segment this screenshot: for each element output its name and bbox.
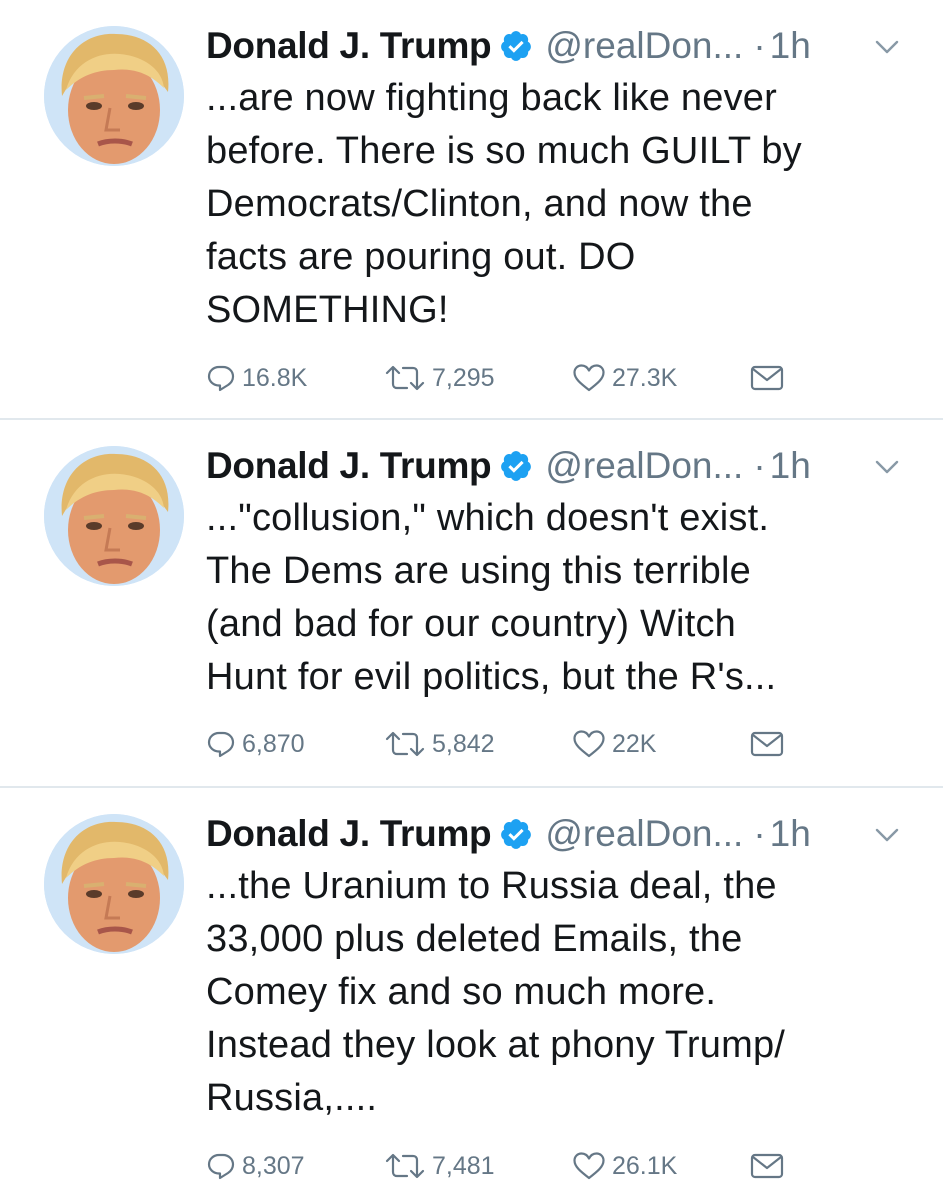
author-name[interactable]: Donald J. Trump (206, 813, 492, 855)
heart-icon (573, 730, 605, 758)
retweet-button[interactable]: 7,481 (384, 1146, 495, 1186)
avatar[interactable] (44, 814, 184, 954)
retweet-button[interactable]: 7,295 (384, 358, 495, 398)
reply-count: 16.8K (242, 363, 308, 392)
direct-message-button[interactable] (750, 1146, 784, 1186)
reply-bubble-icon (207, 731, 235, 758)
like-button[interactable]: 27.3K (572, 358, 677, 398)
retweet-count: 5,842 (432, 729, 495, 758)
heart-icon (573, 1152, 605, 1180)
tweet[interactable]: Donald J. Trump @realDon... · 1h ...are … (0, 0, 943, 418)
like-count: 22K (612, 729, 657, 758)
retweet-icon (385, 1153, 425, 1179)
author-name[interactable]: Donald J. Trump (206, 25, 492, 67)
tweet-header: Donald J. Trump @realDon... · 1h (206, 442, 811, 490)
verified-badge-icon (499, 29, 533, 63)
reply-bubble-icon (207, 365, 235, 392)
chevron-down-icon[interactable] (872, 454, 902, 480)
separator-dot: · (753, 813, 766, 854)
author-handle[interactable]: @realDon... (545, 813, 743, 855)
envelope-icon (750, 365, 784, 391)
verified-badge-icon (499, 817, 533, 851)
separator-dot: · (753, 25, 766, 66)
chevron-down-icon[interactable] (872, 822, 902, 848)
author-handle[interactable]: @realDon... (545, 25, 743, 67)
tweet[interactable]: Donald J. Trump @realDon... · 1h ..."col… (0, 420, 943, 786)
timestamp[interactable]: 1h (770, 445, 811, 487)
like-count: 26.1K (612, 1151, 678, 1180)
author-handle[interactable]: @realDon... (545, 445, 743, 487)
tweet-text: ..."collusion," which doesn't exist. The… (206, 497, 777, 698)
tweet-header: Donald J. Trump @realDon... · 1h (206, 810, 811, 858)
reply-button[interactable]: 6,870 (206, 724, 305, 764)
tweet-header: Donald J. Trump @realDon... · 1h (206, 22, 811, 70)
retweet-button[interactable]: 5,842 (384, 724, 495, 764)
retweet-icon (385, 731, 425, 757)
reply-count: 8,307 (242, 1151, 305, 1180)
verified-badge-icon (499, 449, 533, 483)
reply-button[interactable]: 8,307 (206, 1146, 305, 1186)
tweet-text: ...are now fighting back like never befo… (206, 77, 802, 331)
reply-button[interactable]: 16.8K (206, 358, 307, 398)
reply-count: 6,870 (242, 729, 305, 758)
heart-icon (573, 364, 605, 392)
like-count: 27.3K (612, 363, 678, 392)
timestamp[interactable]: 1h (770, 25, 811, 67)
tweet-text: ...the Uranium to Russia deal, the 33,00… (206, 865, 786, 1119)
tweet-actions: 16.8K 7,295 27.3K (206, 358, 906, 398)
envelope-icon (750, 731, 784, 757)
retweet-count: 7,481 (432, 1151, 495, 1180)
retweet-icon (385, 365, 425, 391)
separator-dot: · (753, 445, 766, 486)
like-button[interactable]: 26.1K (572, 1146, 677, 1186)
timestamp[interactable]: 1h (770, 813, 811, 855)
tweet[interactable]: Donald J. Trump @realDon... · 1h ...the … (0, 788, 943, 1200)
chevron-down-icon[interactable] (872, 34, 902, 60)
envelope-icon (750, 1153, 784, 1179)
tweet-actions: 6,870 5,842 22K (206, 724, 906, 764)
direct-message-button[interactable] (750, 724, 784, 764)
retweet-count: 7,295 (432, 363, 495, 392)
avatar[interactable] (44, 26, 184, 166)
like-button[interactable]: 22K (572, 724, 656, 764)
timeline: Donald J. Trump @realDon... · 1h ...are … (0, 0, 943, 1200)
avatar[interactable] (44, 446, 184, 586)
reply-bubble-icon (207, 1153, 235, 1180)
author-name[interactable]: Donald J. Trump (206, 445, 492, 487)
tweet-actions: 8,307 7,481 26.1K (206, 1146, 906, 1186)
direct-message-button[interactable] (750, 358, 784, 398)
